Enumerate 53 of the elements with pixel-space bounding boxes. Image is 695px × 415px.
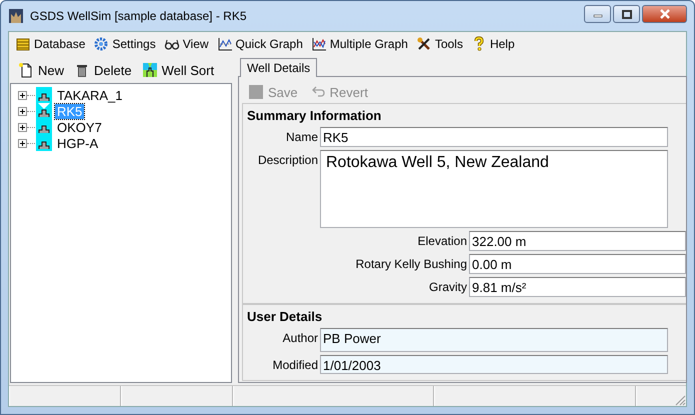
- chart-icon: [216, 36, 233, 52]
- well-icon: [36, 103, 52, 119]
- expand-icon[interactable]: [18, 138, 27, 148]
- menu-item[interactable]: Database: [11, 36, 90, 52]
- close-button[interactable]: [642, 5, 687, 23]
- well-icon: [36, 135, 52, 151]
- menu-item[interactable]: Multiple Graph: [306, 36, 412, 52]
- well-icon: [36, 119, 52, 135]
- expand-icon[interactable]: [18, 122, 27, 132]
- toolbar-button[interactable]: Well Sort: [138, 62, 218, 78]
- save-icon: [248, 84, 264, 100]
- close-icon: [658, 9, 670, 19]
- menu-item[interactable]: Settings: [89, 36, 160, 52]
- section-title: Summary Information: [246, 108, 382, 125]
- tree-item[interactable]: OKOY7: [55, 120, 104, 134]
- toolbar-button[interactable]: New: [14, 62, 68, 78]
- maximize-icon: [622, 10, 632, 18]
- input-field[interactable]: 322.00 m: [469, 231, 686, 251]
- window-title: GSDS WellSim [sample database] - RK5: [30, 9, 248, 23]
- expand-icon[interactable]: [18, 90, 27, 100]
- app-icon: [8, 8, 24, 24]
- toolbar-button[interactable]: Delete: [70, 62, 136, 78]
- field-label: Name: [284, 129, 318, 144]
- minimize-button[interactable]: [584, 5, 611, 23]
- sort-icon: [142, 62, 158, 78]
- field-label: Description: [256, 152, 318, 167]
- menu-item[interactable]: View: [160, 36, 213, 52]
- multichart-icon: [310, 36, 327, 52]
- field-label: Author: [282, 330, 318, 345]
- database-icon: [15, 36, 31, 52]
- tab[interactable]: Well Details: [240, 58, 318, 77]
- menu-item[interactable]: Help: [466, 36, 519, 52]
- expand-icon[interactable]: [18, 106, 27, 116]
- gear-icon: [93, 36, 110, 52]
- menu-item[interactable]: Tools: [412, 36, 467, 52]
- field-label: Modified: [272, 357, 318, 372]
- field-label: Rotary Kelly Bushing: [354, 256, 467, 271]
- input-field[interactable]: RK5: [320, 127, 668, 147]
- maximize-button[interactable]: [613, 5, 640, 23]
- field-label: Gravity: [428, 279, 467, 294]
- input-field[interactable]: 1/01/2003: [320, 355, 668, 374]
- tools-icon: [416, 36, 432, 52]
- well-icon: [36, 87, 52, 103]
- tree-item[interactable]: HGP-A: [55, 136, 100, 150]
- new-icon: [18, 62, 34, 78]
- input-field[interactable]: PB Power: [320, 328, 668, 352]
- input-field[interactable]: 9.81 m/s²: [469, 277, 686, 297]
- field-label: Elevation: [416, 233, 467, 248]
- text-area[interactable]: Rotokawa Well 5, New Zealand: [320, 150, 668, 228]
- section-title: User Details: [246, 309, 324, 326]
- tree-item[interactable]: TAKARA_1: [55, 88, 125, 102]
- menu-item[interactable]: Quick Graph: [212, 36, 307, 52]
- input-field[interactable]: 0.00 m: [469, 254, 686, 274]
